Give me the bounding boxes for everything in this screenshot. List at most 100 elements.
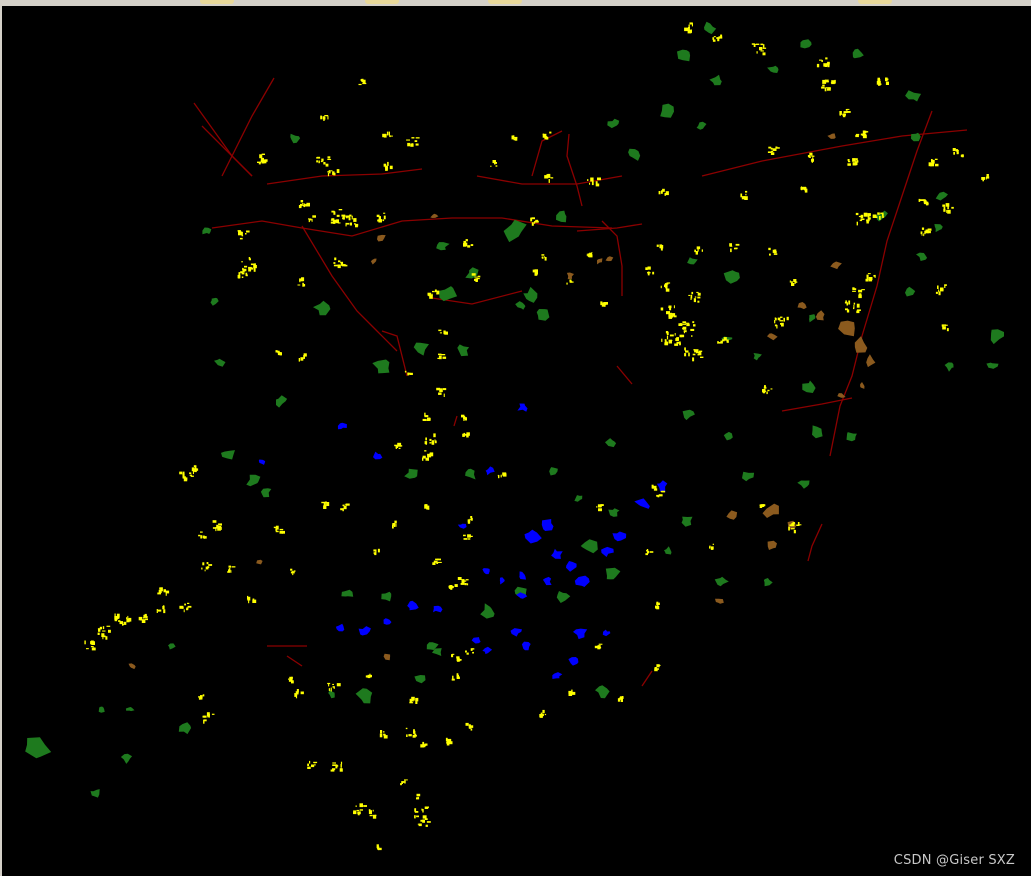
settlement-cluster <box>241 261 243 263</box>
settlement-cluster <box>302 282 304 287</box>
settlement-cluster <box>425 824 428 827</box>
vegetation-patch <box>436 242 450 251</box>
settlement-cluster <box>386 131 389 136</box>
settlement-cluster <box>858 294 862 299</box>
settlement-cluster <box>693 298 696 303</box>
settlement-cluster <box>713 36 716 38</box>
settlement-cluster <box>415 697 419 702</box>
settlement-cluster <box>596 506 598 508</box>
settlement-cluster <box>206 562 209 565</box>
settlement-cluster <box>656 244 659 247</box>
settlement-cluster <box>320 115 322 120</box>
settlement-cluster <box>355 223 359 227</box>
settlement-cluster <box>845 109 848 111</box>
settlement-cluster <box>91 641 95 644</box>
bare-land-patch <box>860 382 865 389</box>
settlement-cluster <box>427 508 430 510</box>
top-tab[interactable] <box>200 0 234 4</box>
settlement-cluster <box>709 545 711 548</box>
settlement-cluster <box>179 471 183 475</box>
settlement-cluster <box>215 527 217 532</box>
settlement-cluster <box>863 212 868 217</box>
settlement-cluster <box>376 844 379 849</box>
settlement-cluster <box>358 83 362 86</box>
settlement-cluster <box>569 279 572 282</box>
settlement-cluster <box>192 470 194 475</box>
settlement-cluster <box>470 244 474 246</box>
bare-land-patch <box>566 272 574 280</box>
settlement-cluster <box>843 111 848 114</box>
settlement-cluster <box>307 763 309 766</box>
settlement-cluster <box>212 520 217 523</box>
settlement-cluster <box>244 265 248 268</box>
bare-land-patch <box>866 354 876 368</box>
top-tab[interactable] <box>858 0 892 4</box>
settlement-cluster <box>822 79 827 84</box>
settlement-cluster <box>102 630 106 632</box>
settlement-cluster <box>766 391 768 395</box>
vegetation-patch <box>723 431 733 441</box>
settlement-cluster <box>674 333 676 336</box>
settlement-cluster <box>671 313 676 317</box>
settlement-cluster <box>457 577 462 580</box>
settlement-cluster <box>541 254 545 256</box>
water-body <box>433 605 443 613</box>
settlement-cluster <box>718 342 723 344</box>
settlement-cluster <box>867 213 871 217</box>
settlement-cluster <box>404 370 407 373</box>
bare-land-patch <box>128 663 136 670</box>
settlement-cluster <box>141 619 146 623</box>
settlement-cluster <box>183 609 185 613</box>
map-frame: CSDN @Giser SXZ <box>0 6 1031 876</box>
road-segment <box>616 365 633 385</box>
settlement-cluster <box>250 263 255 266</box>
vegetation-patch <box>677 49 691 62</box>
settlement-cluster <box>645 267 648 270</box>
settlement-cluster <box>323 505 327 509</box>
settlement-cluster <box>383 733 386 736</box>
settlement-cluster <box>336 214 340 217</box>
settlement-cluster <box>102 626 105 630</box>
top-tab[interactable] <box>365 0 399 4</box>
vegetation-patch <box>704 21 717 35</box>
top-tab[interactable] <box>488 0 522 4</box>
settlement-cluster <box>683 330 687 333</box>
settlement-cluster <box>425 442 427 445</box>
settlement-cluster <box>532 269 536 273</box>
settlement-cluster <box>416 793 421 797</box>
settlement-cluster <box>406 734 408 737</box>
settlement-cluster <box>804 187 807 191</box>
vegetation-patch <box>25 737 52 759</box>
settlement-cluster <box>864 131 869 133</box>
settlement-cluster <box>427 417 430 421</box>
bare-land-patch <box>597 258 603 265</box>
settlement-cluster <box>690 294 693 299</box>
vegetation-patch <box>202 227 212 235</box>
settlement-cluster <box>852 290 856 292</box>
settlement-cluster <box>664 193 666 196</box>
settlement-cluster <box>693 325 695 327</box>
settlement-cluster <box>201 567 203 570</box>
settlement-cluster <box>472 651 474 654</box>
vegetation-patch <box>687 257 698 265</box>
settlement-cluster <box>781 322 784 327</box>
settlement-cluster <box>84 640 86 645</box>
settlement-cluster <box>660 285 662 289</box>
settlement-cluster <box>595 183 600 187</box>
settlement-cluster <box>947 209 951 214</box>
settlement-cluster <box>471 273 476 276</box>
settlement-cluster <box>660 247 663 251</box>
settlement-cluster <box>745 193 747 196</box>
vegetation-patch <box>595 685 610 699</box>
settlement-cluster <box>338 209 343 211</box>
bare-land-patch <box>383 653 391 661</box>
classification-map[interactable] <box>2 6 1031 876</box>
settlement-cluster <box>717 39 720 42</box>
settlement-cluster <box>399 445 403 447</box>
settlement-cluster <box>337 264 341 269</box>
vegetation-patch <box>355 688 373 704</box>
settlement-cluster <box>312 215 316 218</box>
settlement-cluster <box>658 494 663 497</box>
settlement-cluster <box>772 148 777 151</box>
settlement-cluster <box>140 617 142 621</box>
